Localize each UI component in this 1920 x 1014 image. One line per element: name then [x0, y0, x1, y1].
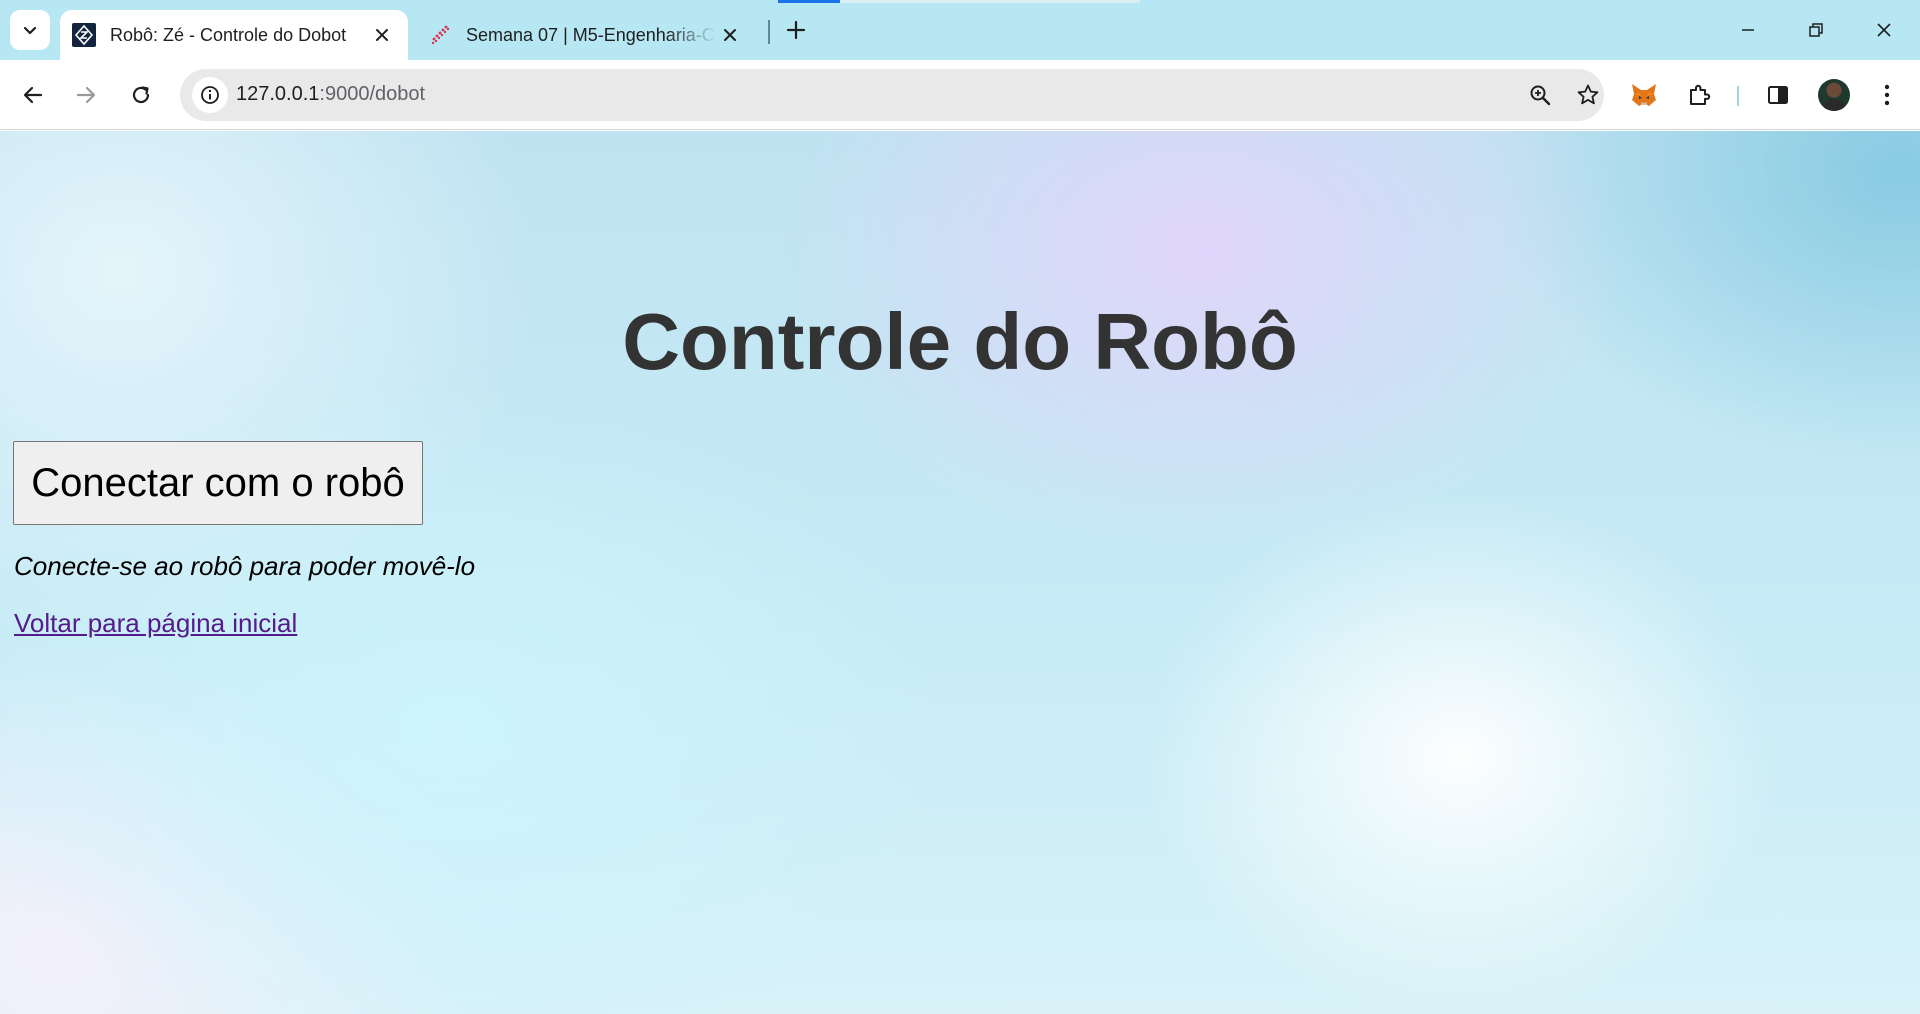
url-path: :9000/dobot	[319, 83, 426, 105]
tab-semana-07[interactable]: Semana 07 | M5-Engenharia-Computação	[416, 10, 756, 60]
loading-progress-fill	[778, 0, 840, 3]
connection-hint: Conecte-se ao robô para poder movê-lo	[14, 551, 476, 581]
page-content: Controle do Robô Conectar com o robô Con…	[0, 131, 1920, 1014]
restore-button[interactable]	[1782, 0, 1850, 60]
plus-icon	[786, 20, 806, 40]
close-tab-icon[interactable]	[368, 21, 396, 49]
side-panel-icon	[1766, 83, 1790, 107]
side-panel-button[interactable]	[1757, 74, 1799, 116]
star-icon	[1576, 83, 1600, 107]
zoom-in-icon	[1528, 83, 1552, 107]
tab-title: Robô: Zé - Controle do Dobot	[110, 24, 347, 45]
arrow-left-icon	[22, 84, 44, 106]
fox-icon	[1630, 82, 1658, 108]
tab-title: Semana 07 | M5-Engenharia-Computação	[466, 24, 716, 45]
close-icon	[1876, 22, 1892, 38]
tab-search-button[interactable]	[10, 10, 50, 50]
connect-robot-button[interactable]: Conectar com o robô	[13, 441, 423, 525]
site-info-button[interactable]	[192, 77, 228, 113]
dobot-favicon-icon	[72, 23, 96, 47]
page-title: Controle do Robô	[622, 297, 1298, 386]
extensions-button[interactable]	[1678, 74, 1720, 116]
puzzle-icon	[1687, 83, 1711, 107]
arrow-right-icon	[75, 84, 97, 106]
new-tab-button[interactable]	[776, 12, 816, 48]
minimize-icon	[1740, 22, 1756, 38]
zoom-button[interactable]	[1522, 77, 1558, 113]
back-home-link[interactable]: Voltar para página inicial	[14, 608, 297, 639]
browser-toolbar: 127.0.0.1:9000/dobot	[0, 60, 1920, 130]
minimize-button[interactable]	[1714, 0, 1782, 60]
browser-menu-button[interactable]	[1866, 74, 1908, 116]
chevron-down-icon	[22, 22, 38, 38]
course-favicon-icon	[428, 23, 452, 47]
loading-progress-bar	[778, 0, 1140, 3]
close-window-button[interactable]	[1850, 0, 1918, 60]
info-icon	[200, 85, 220, 105]
bookmark-button[interactable]	[1570, 77, 1606, 113]
reload-icon	[130, 84, 152, 106]
url-text[interactable]: 127.0.0.1:9000/dobot	[236, 83, 425, 106]
close-tab-icon[interactable]	[716, 21, 744, 49]
forward-button[interactable]	[65, 74, 107, 116]
tab-divider	[768, 20, 770, 44]
back-button[interactable]	[12, 74, 54, 116]
metamask-extension-button[interactable]	[1623, 74, 1665, 116]
address-bar[interactable]: 127.0.0.1:9000/dobot	[180, 69, 1604, 121]
tab-dobot-control[interactable]: Robô: Zé - Controle do Dobot	[60, 10, 408, 60]
tab-strip: Robô: Zé - Controle do Dobot Semana 07 |…	[0, 0, 1920, 60]
profile-avatar[interactable]	[1818, 79, 1850, 111]
restore-icon	[1808, 22, 1824, 38]
more-vertical-icon	[1884, 84, 1890, 106]
reload-button[interactable]	[120, 74, 162, 116]
url-host: 127.0.0.1	[236, 83, 320, 105]
toolbar-divider	[1737, 86, 1739, 106]
